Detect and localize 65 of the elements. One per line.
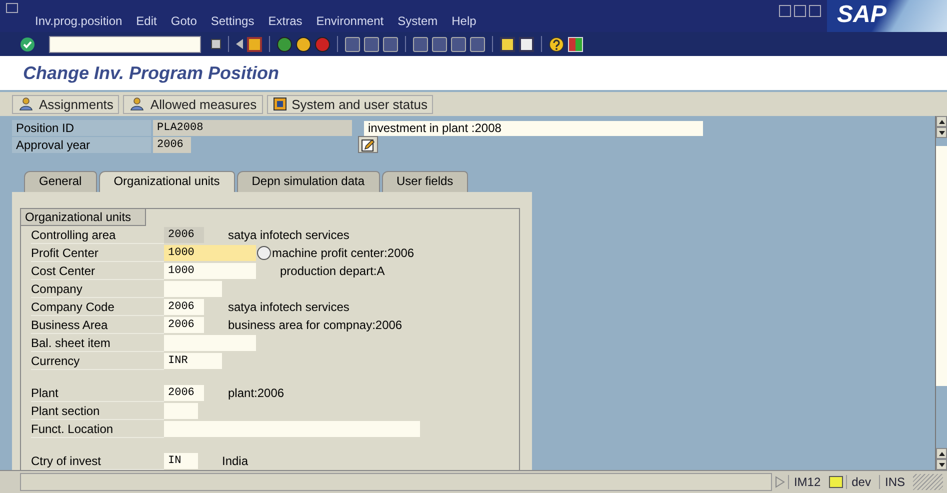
person-icon [18,97,34,111]
tab[interactable]: User fields [382,171,468,192]
transaction-code: IM12 [788,475,826,489]
menu-item[interactable]: Help [452,14,476,28]
input-field[interactable] [164,281,222,297]
layout-icon[interactable] [568,36,583,52]
input-field[interactable]: 2006 [164,299,204,315]
input-field[interactable] [164,421,420,437]
description-text: production depart:A [280,264,385,278]
description-text: India [222,454,248,468]
menu-item[interactable]: Edit [136,14,157,28]
insert-mode: INS [878,475,910,489]
input-field[interactable] [164,403,198,419]
tab[interactable]: Depn simulation data [236,171,380,192]
toolbar-button[interactable]: Allowed measures [123,94,263,114]
system-icon[interactable] [828,476,843,488]
window-icon[interactable] [500,36,515,52]
tab[interactable]: Organizational units [98,171,235,192]
menu-item[interactable]: Inv.prog.position [35,14,122,28]
input-field[interactable]: 1000 [164,245,256,261]
input-field[interactable]: 1000 [164,263,256,279]
checkmark-icon[interactable] [20,36,35,52]
field-label: Approval year [12,136,151,152]
toolbar-button[interactable]: System and user status [266,94,434,114]
tab[interactable]: General [24,171,97,192]
description-field[interactable]: investment in plant :2008 [364,120,703,136]
menu-item[interactable]: Environment [316,14,384,28]
input-field[interactable] [164,335,256,351]
logo: SAP [827,0,947,32]
search-help-icon[interactable] [257,246,271,260]
field-label: Position ID [12,120,151,136]
toolbar-button[interactable]: Assignments [12,94,120,114]
help-icon[interactable] [549,36,564,52]
input-field[interactable]: INR [164,353,222,369]
description-text: satya infotech services [228,228,350,242]
position-id-field: PLA2008 [153,120,352,136]
resize-grip[interactable] [913,474,943,490]
input-field[interactable]: IN [164,453,198,469]
command-field[interactable] [49,36,201,52]
menu-item[interactable]: Goto [170,14,197,28]
menu-item[interactable]: System [398,14,438,28]
description-text: machine profit center:2006 [272,246,414,260]
screen-title: Change Inv. Program Position [23,62,280,84]
input-field[interactable]: 2006 [164,317,204,333]
save-icon[interactable] [247,36,262,52]
person-icon [129,97,146,111]
description-text: business area for compnay:2006 [228,318,402,332]
back-icon[interactable] [277,36,292,52]
close-icon[interactable] [809,5,821,17]
edit-button[interactable] [358,136,378,153]
description-text: satya infotech services [228,300,350,314]
maximize-icon[interactable] [794,5,806,17]
system-name: dev [846,475,876,489]
menu-item[interactable]: Settings [210,14,254,28]
group-title: Organizational units [21,209,146,226]
minimize-icon[interactable] [779,5,791,17]
menu-item[interactable]: Extras [268,14,302,28]
approval-year-field: 2006 [153,136,191,152]
input-field[interactable]: 2006 [164,385,204,401]
status-icon [272,97,287,111]
description-text: plant:2006 [228,386,284,400]
window-menu-icon[interactable] [6,3,18,13]
scrollbar[interactable] [935,116,947,470]
exit-icon[interactable] [296,36,311,52]
input-field[interactable]: 2006 [164,227,204,243]
